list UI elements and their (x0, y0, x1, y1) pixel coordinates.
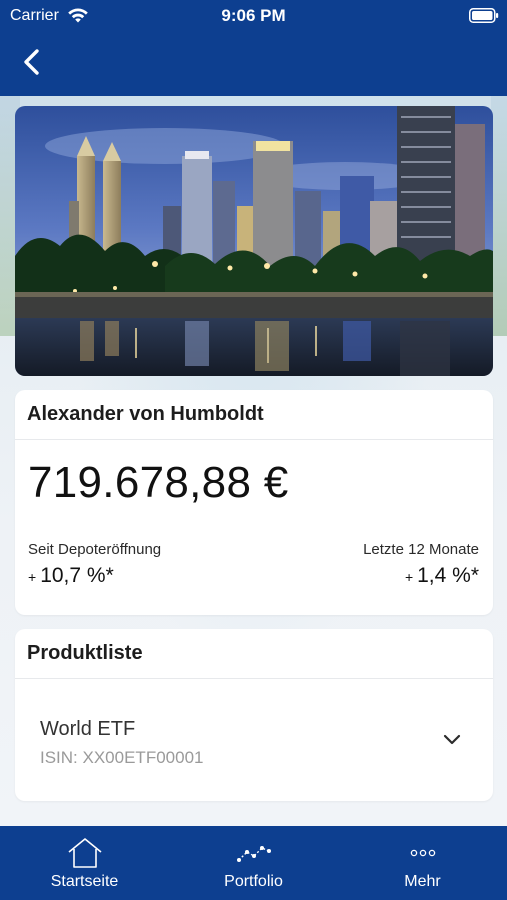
product-list-title: Produktliste (15, 629, 493, 679)
back-button[interactable] (14, 44, 50, 80)
chart-line-icon (236, 846, 271, 862)
product-list-card: Produktliste World ETF ISIN: XX00ETF0000… (15, 629, 493, 801)
more-dots-icon (410, 849, 435, 857)
house-icon (67, 838, 102, 868)
since-opening-value-row: + 10,7 %* (28, 564, 161, 588)
portfolio-balance: 719.678,88 € (28, 458, 289, 507)
since-opening-sign: + (28, 569, 37, 585)
tab-mehr-label: Mehr (404, 873, 441, 890)
account-card: Alexander von Humboldt 719.678,88 € Seit… (15, 390, 493, 615)
last-12-months-sign: + (404, 569, 414, 585)
product-isin: ISIN: XX00ETF00001 (40, 748, 204, 767)
chevron-down-icon[interactable] (443, 734, 461, 746)
hero-image (15, 106, 493, 376)
tab-portfolio[interactable]: Portfolio (169, 826, 338, 900)
app-header: Carrier 9:06 PM (0, 0, 507, 96)
last-12-months-label: Letzte 12 Monate (363, 541, 479, 558)
clock: 9:06 PM (221, 6, 286, 25)
tab-startseite[interactable]: Startseite (0, 826, 169, 900)
tab-portfolio-label: Portfolio (224, 873, 283, 890)
tab-startseite-label: Startseite (50, 873, 119, 890)
product-item-world-etf[interactable]: World ETF ISIN: XX00ETF00001 (15, 681, 493, 799)
since-opening-label: Seit Depoteröffnung (28, 541, 162, 558)
status-bar: Carrier 9:06 PM (0, 0, 507, 32)
city-skyline-image (15, 106, 493, 376)
account-holder-name: Alexander von Humboldt (15, 390, 493, 440)
tab-mehr[interactable]: Mehr (338, 826, 507, 900)
performance-since-opening: Seit Depoteröffnung + 10,7 %* (28, 541, 161, 588)
tab-bar: Startseite Portfolio Mehr (0, 826, 507, 900)
product-name: World ETF (40, 718, 136, 740)
battery-icon (469, 8, 499, 23)
last-12-months-value: 1,4 %* (417, 564, 479, 587)
performance-last-12-months: Letzte 12 Monate + 1,4 %* (363, 541, 479, 588)
chevron-left-icon (24, 49, 39, 75)
last-12-months-value-row: + 1,4 %* (363, 564, 479, 588)
since-opening-value: 10,7 %* (40, 564, 114, 587)
